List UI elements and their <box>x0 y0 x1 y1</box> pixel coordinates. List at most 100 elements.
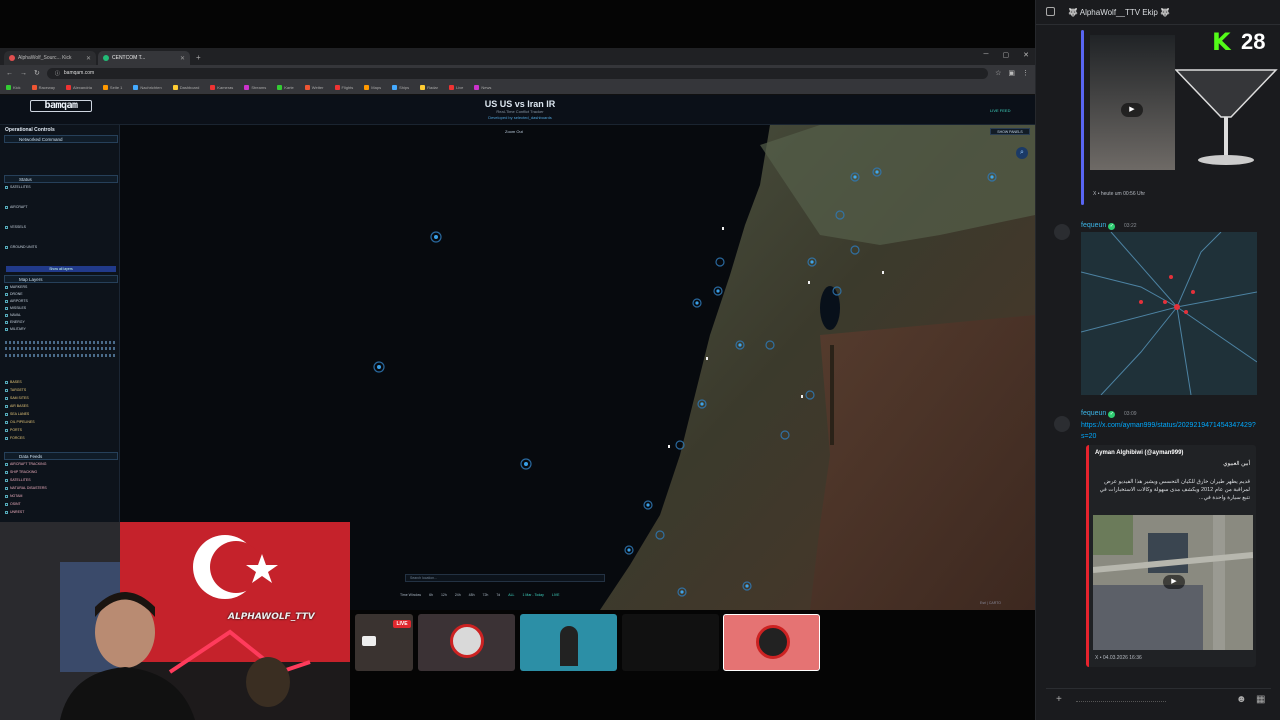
base-item[interactable]: PORTS <box>5 428 22 432</box>
stream-card-alphawolf-logo[interactable] <box>418 614 515 671</box>
feed-item[interactable]: OSINT <box>5 502 21 506</box>
bookmark-item[interactable]: Kameras <box>210 85 233 90</box>
layer-item[interactable]: MISSILES <box>5 306 26 310</box>
new-tab-icon[interactable]: + <box>196 51 201 65</box>
time-option-12h[interactable]: 12h <box>441 593 447 597</box>
bookmark-star-icon[interactable]: ☆ <box>995 69 1001 77</box>
layer-filter-row[interactable] <box>5 347 117 350</box>
play-video-icon[interactable]: ▶ <box>1121 103 1143 117</box>
layer-item-checkbox[interactable] <box>5 299 8 303</box>
bookmark-item[interactable]: Dashboard <box>172 85 199 90</box>
chat-input-field[interactable] <box>1076 701 1166 702</box>
site-info-icon[interactable]: ⓘ <box>55 70 60 77</box>
feed-item-checkbox[interactable] <box>5 486 8 490</box>
layer-item-checkbox[interactable] <box>5 285 8 289</box>
stream-card-skull[interactable] <box>723 614 820 671</box>
zoom-out-button[interactable]: Zoom Out <box>505 129 523 134</box>
close-tab-icon[interactable]: ✕ <box>86 55 91 62</box>
site-logo[interactable]: bamqam <box>30 100 92 112</box>
forward-icon[interactable]: → <box>20 70 27 77</box>
map-layers-section[interactable]: Map Layers <box>4 275 118 283</box>
time-option-all[interactable]: ALL <box>508 593 514 597</box>
feed-item-checkbox[interactable] <box>5 502 8 506</box>
base-item-checkbox[interactable] <box>5 380 8 384</box>
show-panels-button[interactable]: SHOW PANELS <box>990 128 1030 135</box>
layer-item[interactable]: NAVAL <box>5 313 21 317</box>
close-window-icon[interactable]: ✕ <box>1023 51 1029 59</box>
status-item[interactable]: AIRCRAFT <box>5 205 28 209</box>
data-feeds-section[interactable]: Data Feeds <box>4 452 118 460</box>
base-item-checkbox[interactable] <box>5 404 8 408</box>
layer-item[interactable]: DRONE <box>5 292 23 296</box>
minimize-icon[interactable]: ─ <box>984 51 989 59</box>
networked-command-section[interactable]: Networked Command <box>4 135 118 143</box>
bookmark-item[interactable]: News <box>474 85 491 90</box>
close-tab-icon[interactable]: ✕ <box>180 55 185 62</box>
bookmark-item[interactable]: Maps <box>364 85 381 90</box>
layer-item[interactable]: AIRPORTS <box>5 299 28 303</box>
avatar[interactable] <box>1054 224 1070 240</box>
live-toggle[interactable]: LIVE <box>552 593 560 597</box>
base-item[interactable]: SEA LANES <box>5 412 29 416</box>
bookmark-item[interactable]: Alexandria <box>66 85 92 90</box>
layer-item[interactable]: MARKERS <box>5 285 27 289</box>
add-attachment-icon[interactable]: + <box>1056 694 1062 705</box>
feed-item[interactable]: SHIP TRACKING <box>5 470 37 474</box>
maximize-icon[interactable]: ▢ <box>1003 51 1010 59</box>
base-item-checkbox[interactable] <box>5 420 8 424</box>
status-section[interactable]: Status <box>4 175 118 183</box>
layer-filter-row[interactable] <box>5 341 117 344</box>
layer-item-checkbox[interactable] <box>5 327 8 331</box>
bookmark-item[interactable]: Ships <box>392 85 409 90</box>
back-icon[interactable]: ← <box>6 70 13 77</box>
bookmark-item[interactable]: Kick <box>6 85 21 90</box>
time-option-48h[interactable]: 48h <box>469 593 475 597</box>
base-item[interactable]: BASES <box>5 380 22 384</box>
base-item[interactable]: FORCES <box>5 436 25 440</box>
base-item-checkbox[interactable] <box>5 396 8 400</box>
base-item[interactable]: TARGETS <box>5 388 26 392</box>
status-item-checkbox[interactable] <box>5 225 8 229</box>
time-option-24h[interactable]: 24h <box>455 593 461 597</box>
feed-item-checkbox[interactable] <box>5 462 8 466</box>
layer-item[interactable]: MILITARY <box>5 327 26 331</box>
bookmark-item[interactable]: Streams <box>244 85 266 90</box>
layer-item-checkbox[interactable] <box>5 292 8 296</box>
base-item-checkbox[interactable] <box>5 436 8 440</box>
live-feed-button[interactable]: LIVE FEED <box>990 108 1010 113</box>
feed-item[interactable]: NOTAM <box>5 494 22 498</box>
embed-author[interactable]: Ayman Alghibiwi (@ayman999) <box>1095 450 1183 456</box>
browser-tab-tracker[interactable]: CENTCOM T... ✕ <box>98 51 190 65</box>
chat-input[interactable]: + ☻ ▦ <box>1046 688 1271 712</box>
layer-filter-row[interactable] <box>5 354 117 357</box>
base-item[interactable]: AIR BASES <box>5 404 28 408</box>
chat-channel-icon[interactable] <box>1046 7 1055 16</box>
avatar[interactable] <box>1054 416 1070 432</box>
browser-tab-kick[interactable]: AlphaWolf_Sourc... Kick ✕ <box>4 51 96 65</box>
video-thumbnail[interactable]: ▶ <box>1090 35 1175 170</box>
base-item-checkbox[interactable] <box>5 388 8 392</box>
status-item[interactable]: GROUND UNITS <box>5 245 37 249</box>
status-item-checkbox[interactable] <box>5 205 8 209</box>
status-item-checkbox[interactable] <box>5 245 8 249</box>
status-item[interactable]: VESSELS <box>5 225 26 229</box>
date-range-button[interactable]: 1 Mar - Today <box>523 593 544 597</box>
page-credit[interactable]: Developed by selected_dashboards <box>440 115 600 120</box>
feed-item[interactable]: UNREST <box>5 510 24 514</box>
stream-card-person[interactable] <box>520 614 617 671</box>
bookmark-item[interactable]: Wetter <box>304 85 324 90</box>
time-option-6h[interactable]: 6h <box>429 593 433 597</box>
feed-item-checkbox[interactable] <box>5 478 8 482</box>
message-link[interactable]: https://x.com/ayman999/status/2029219471… <box>1081 420 1256 442</box>
bookmark-item[interactable]: Radar <box>420 85 438 90</box>
feed-item[interactable]: NATURAL DISASTERS <box>5 486 47 490</box>
feed-item-checkbox[interactable] <box>5 510 8 514</box>
bookmark-item[interactable]: Flights <box>334 85 353 90</box>
map-screenshot-image[interactable] <box>1081 232 1257 395</box>
bookmark-item[interactable]: Raceway <box>31 85 55 90</box>
base-item-checkbox[interactable] <box>5 428 8 432</box>
extensions-icon[interactable]: ▣ <box>1008 69 1015 77</box>
layer-item-checkbox[interactable] <box>5 306 8 310</box>
play-video-icon[interactable]: ▶ <box>1163 575 1185 589</box>
time-option-7d[interactable]: 7d <box>496 593 500 597</box>
